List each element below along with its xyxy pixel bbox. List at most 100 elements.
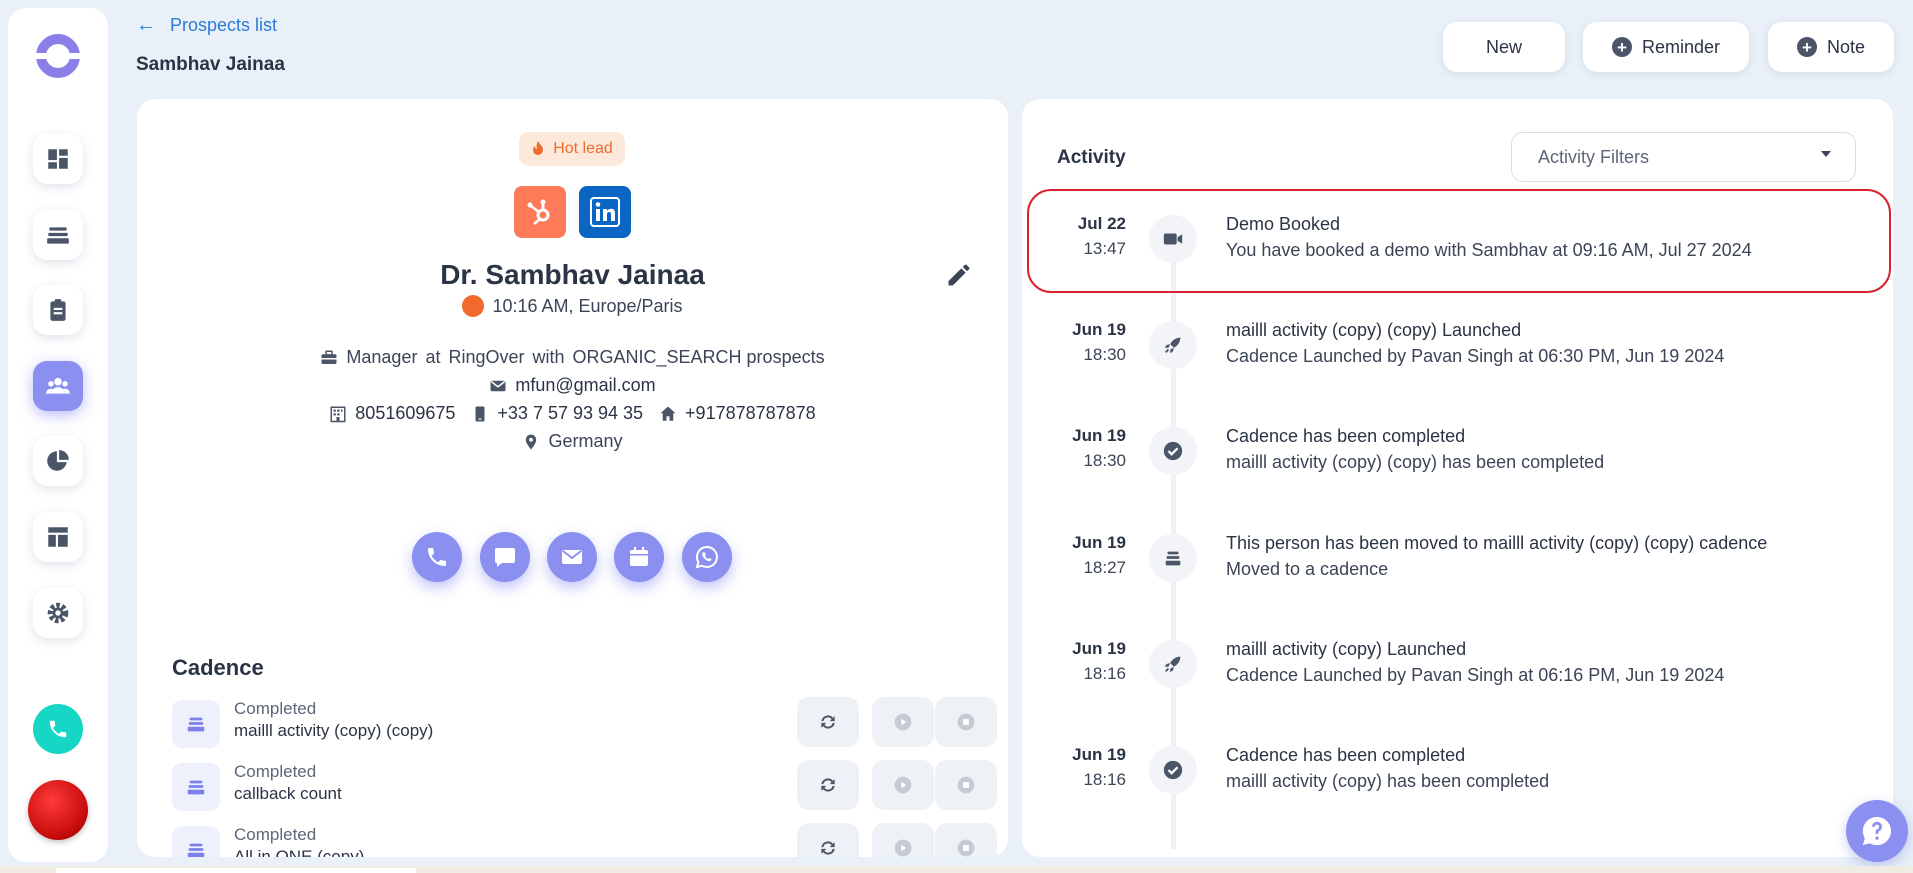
activity-heading: mailll activity (copy) Launched (1226, 639, 1467, 659)
tasks-icon[interactable] (33, 285, 83, 335)
note-button[interactable]: + Note (1768, 22, 1894, 72)
dashboard-icon[interactable] (33, 134, 83, 184)
activity-date: Jun 19 (1072, 426, 1126, 445)
envelope-icon (562, 550, 582, 564)
new-button[interactable]: New (1443, 22, 1565, 72)
timezone-text: 10:16 AM, Europe/Paris (492, 295, 683, 316)
new-button-label: New (1485, 36, 1522, 57)
home-icon (660, 406, 676, 421)
location-text: Germany (548, 431, 623, 451)
play-button[interactable] (872, 697, 934, 747)
whatsapp-icon (695, 545, 718, 569)
whatsapp-action-button[interactable] (682, 532, 732, 582)
back-to-prospects-link[interactable]: ← Prospects list (136, 14, 277, 37)
cadence-row[interactable]: Completed callback count (172, 760, 997, 814)
activity-title: Activity (1057, 147, 1126, 168)
timezone-row: 10:16 AM, Europe/Paris (137, 295, 1008, 317)
stop-button[interactable] (935, 823, 997, 857)
help-chat-icon (1862, 816, 1892, 846)
refresh-button[interactable] (797, 823, 859, 857)
cadence-icon (172, 763, 220, 811)
job-role: Manager (346, 347, 418, 367)
edit-pencil-icon[interactable] (945, 261, 973, 289)
activity-heading: mailll activity (copy) (copy) Launched (1226, 320, 1522, 340)
caret-down-icon (1821, 151, 1831, 157)
check-circle-icon (1149, 427, 1197, 475)
play-button[interactable] (872, 823, 934, 857)
activity-heading: Cadence has been completed (1226, 745, 1466, 765)
activity-item[interactable]: Jul 22 13:47 Demo Booked You have booked… (1022, 189, 1893, 293)
play-button[interactable] (872, 760, 934, 810)
job-company: RingOver (448, 347, 525, 367)
back-link-label: Prospects list (170, 15, 278, 35)
mobile-phone[interactable]: +33 7 57 93 94 35 (497, 403, 643, 424)
refresh-button[interactable] (797, 697, 859, 747)
cadence-icon[interactable] (33, 210, 83, 260)
stop-button[interactable] (935, 760, 997, 810)
home-phone[interactable]: +917878787878 (685, 403, 816, 424)
refresh-button[interactable] (797, 760, 859, 810)
email-action-button[interactable] (547, 532, 597, 582)
hubspot-icon[interactable] (514, 186, 566, 238)
activity-date: Jun 19 (1072, 745, 1126, 764)
activity-description: Cadence Launched by Pavan Singh at 06:16… (1226, 665, 1725, 685)
phone-icon (428, 548, 446, 566)
activity-item[interactable]: Jun 19 18:30 mailll activity (copy) (cop… (1022, 299, 1893, 379)
cadence-row[interactable]: Completed All in ONE (copy) (172, 823, 997, 857)
activity-filters-dropdown[interactable]: Activity Filters (1511, 132, 1856, 182)
play-icon (894, 776, 912, 794)
activity-item[interactable]: Jun 19 18:30 Cadence has been completed … (1022, 405, 1893, 485)
cadence-name: callback count (234, 784, 342, 803)
flame-icon (533, 141, 544, 155)
email-text[interactable]: mfun@gmail.com (515, 375, 655, 396)
app-logo[interactable] (34, 32, 82, 80)
rocket-icon (1149, 640, 1197, 688)
hot-lead-label: Hot lead (553, 140, 613, 157)
call-action-button[interactable] (412, 532, 462, 582)
reminder-button[interactable]: + Reminder (1583, 22, 1749, 72)
stop-button[interactable] (935, 697, 997, 747)
templates-icon[interactable] (33, 512, 83, 562)
building-icon (330, 406, 346, 422)
activity-item[interactable]: Jun 19 18:16 mailll activity (copy) Laun… (1022, 618, 1893, 698)
cadence-row[interactable]: Completed mailll activity (copy) (copy) (172, 697, 997, 751)
help-button[interactable] (1846, 800, 1908, 862)
activity-time: 18:16 (1083, 664, 1126, 683)
activity-description: Cadence Launched by Pavan Singh at 06:30… (1226, 346, 1725, 366)
activity-description: You have booked a demo with Sambhav at 0… (1226, 240, 1752, 260)
stop-icon (957, 839, 975, 857)
people-icon[interactable] (33, 361, 83, 411)
sidebar (8, 8, 108, 862)
arrow-left-icon: ← (136, 14, 156, 36)
stop-icon (957, 776, 975, 794)
activity-time: 18:16 (1083, 770, 1126, 789)
reminder-button-label: Reminder (1641, 36, 1721, 57)
message-action-button[interactable] (480, 532, 530, 582)
activity-filters-label: Activity Filters (1538, 146, 1650, 167)
note-button-label: Note (1826, 36, 1866, 57)
linkedin-icon[interactable] (579, 186, 631, 238)
refresh-icon (821, 778, 835, 792)
prospect-panel: Hot lead Dr. Sambhav Jainaa 10:16 AM, Eu… (137, 99, 1008, 857)
page-title: Sambhav Jainaa (136, 54, 285, 75)
activity-description: Moved to a cadence (1226, 559, 1389, 579)
avatar[interactable] (28, 780, 88, 840)
location-pin-icon (526, 434, 537, 449)
job-row: Manager at RingOver with ORGANIC_SEARCH … (137, 347, 1008, 368)
phone-icon[interactable] (33, 704, 83, 754)
office-phone[interactable]: 8051609675 (355, 403, 455, 424)
activity-item[interactable]: Jun 19 18:27 This person has been moved … (1022, 512, 1893, 592)
cadence-status: Completed (234, 762, 317, 781)
location-row: Germany (137, 431, 1008, 452)
calendar-action-button[interactable] (614, 532, 664, 582)
settings-icon[interactable] (33, 588, 83, 638)
activity-heading: Demo Booked (1226, 214, 1341, 234)
cadence-icon (1149, 534, 1197, 582)
cadence-status: Completed (234, 699, 317, 718)
job-with: with (532, 347, 565, 367)
activity-item[interactable]: Jun 19 18:16 Cadence has been completed … (1022, 724, 1893, 804)
analytics-icon[interactable] (33, 436, 83, 486)
play-icon (894, 839, 912, 857)
activity-heading: This person has been moved to mailll act… (1226, 533, 1768, 553)
plus-circle-icon: + (1611, 37, 1632, 57)
